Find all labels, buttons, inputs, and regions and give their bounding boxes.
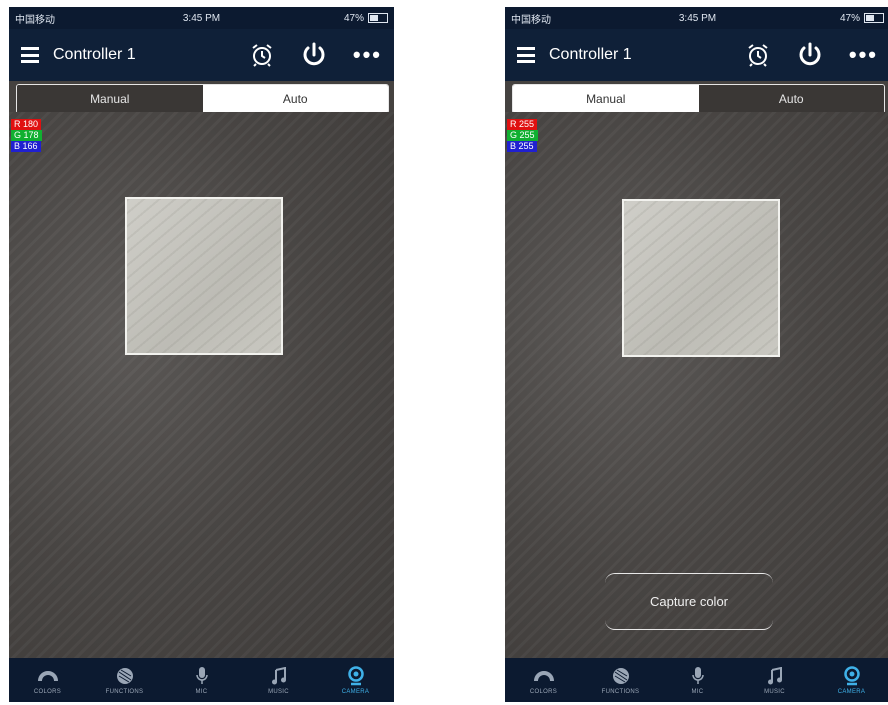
- nav-camera-label: CAMERA: [837, 689, 866, 695]
- nav-music-label: MUSIC: [268, 689, 289, 695]
- bottom-nav: COLORS FUNCTIONS MIC MUSIC CAMERA: [505, 658, 888, 702]
- colors-icon: [37, 671, 58, 682]
- mode-tabs: Manual Auto: [512, 84, 885, 114]
- page-title: Controller 1: [549, 46, 632, 63]
- nav-mic[interactable]: MIC: [659, 658, 736, 702]
- nav-mic-label: MIC: [691, 689, 704, 695]
- carrier-label: 中国移动: [511, 14, 551, 26]
- mic-icon: [691, 667, 704, 684]
- red-value: R 255: [507, 119, 538, 130]
- red-value: R 180: [11, 119, 42, 130]
- tab-manual[interactable]: Manual: [17, 85, 203, 113]
- power-icon[interactable]: [795, 40, 825, 70]
- status-time: 3:45 PM: [182, 12, 221, 24]
- camera-icon: [843, 666, 860, 686]
- camera-icon: [347, 666, 364, 686]
- nav-functions-label: FUNCTIONS: [601, 689, 640, 695]
- nav-mic[interactable]: MIC: [163, 658, 240, 702]
- battery-indicator: 47%: [344, 13, 388, 24]
- phone-screen-auto: 中国移动 3:45 PM 47% Controller 1 ••• Manual…: [9, 7, 394, 702]
- functions-icon: [612, 668, 629, 684]
- navbar: Controller 1 •••: [9, 29, 394, 81]
- status-time: 3:45 PM: [678, 12, 717, 24]
- blue-value: B 166: [11, 141, 41, 152]
- page-title: Controller 1: [53, 46, 136, 63]
- nav-colors-label: COLORS: [33, 689, 62, 695]
- tab-auto[interactable]: Auto: [202, 85, 388, 113]
- nav-music[interactable]: MUSIC: [736, 658, 813, 702]
- nav-functions-label: FUNCTIONS: [105, 689, 144, 695]
- battery-label: 47%: [839, 12, 860, 24]
- camera-preview: [9, 112, 394, 658]
- more-icon[interactable]: •••: [849, 42, 878, 68]
- color-sample-area: [622, 199, 780, 357]
- green-value: G 255: [507, 130, 538, 141]
- nav-colors-label: COLORS: [529, 689, 558, 695]
- bottom-nav: COLORS FUNCTIONS MIC MUSIC CAMERA: [9, 658, 394, 702]
- colors-icon: [533, 671, 554, 682]
- carrier-label: 中国移动: [15, 14, 55, 26]
- battery-label: 47%: [343, 12, 364, 24]
- battery-indicator: 47%: [840, 13, 884, 24]
- mic-icon: [195, 667, 208, 684]
- nav-music[interactable]: MUSIC: [240, 658, 317, 702]
- capture-color-button[interactable]: Capture color: [605, 573, 773, 630]
- nav-colors[interactable]: COLORS: [505, 658, 582, 702]
- alarm-icon[interactable]: [249, 42, 275, 68]
- nav-functions[interactable]: FUNCTIONS: [86, 658, 163, 702]
- nav-camera[interactable]: CAMERA: [317, 658, 394, 702]
- nav-music-label: MUSIC: [764, 689, 785, 695]
- tab-auto[interactable]: Auto: [698, 85, 884, 113]
- status-bar: 中国移动 3:45 PM 47%: [505, 7, 888, 29]
- menu-icon[interactable]: [517, 47, 535, 63]
- nav-camera-label: CAMERA: [341, 689, 370, 695]
- mode-tabs: Manual Auto: [16, 84, 389, 114]
- tab-manual[interactable]: Manual: [513, 85, 699, 113]
- nav-functions[interactable]: FUNCTIONS: [582, 658, 659, 702]
- functions-icon: [116, 668, 133, 684]
- music-icon: [271, 667, 286, 685]
- phone-screen-manual: 中国移动 3:45 PM 47% Controller 1 ••• Manual…: [505, 7, 888, 702]
- status-bar: 中国移动 3:45 PM 47%: [9, 7, 394, 29]
- power-icon[interactable]: [299, 40, 329, 70]
- menu-icon[interactable]: [21, 47, 39, 63]
- alarm-icon[interactable]: [745, 42, 771, 68]
- green-value: G 178: [11, 130, 42, 141]
- nav-camera[interactable]: CAMERA: [813, 658, 888, 702]
- color-sample-area: [125, 197, 283, 355]
- battery-icon: [368, 12, 388, 23]
- rgb-readout: R 180 G 178 B 166: [11, 119, 42, 152]
- more-icon[interactable]: •••: [353, 42, 382, 68]
- music-icon: [767, 667, 782, 685]
- nav-mic-label: MIC: [195, 689, 208, 695]
- battery-icon: [864, 12, 884, 23]
- blue-value: B 255: [507, 141, 537, 152]
- nav-colors[interactable]: COLORS: [9, 658, 86, 702]
- navbar: Controller 1 •••: [505, 29, 888, 81]
- rgb-readout: R 255 G 255 B 255: [507, 119, 538, 152]
